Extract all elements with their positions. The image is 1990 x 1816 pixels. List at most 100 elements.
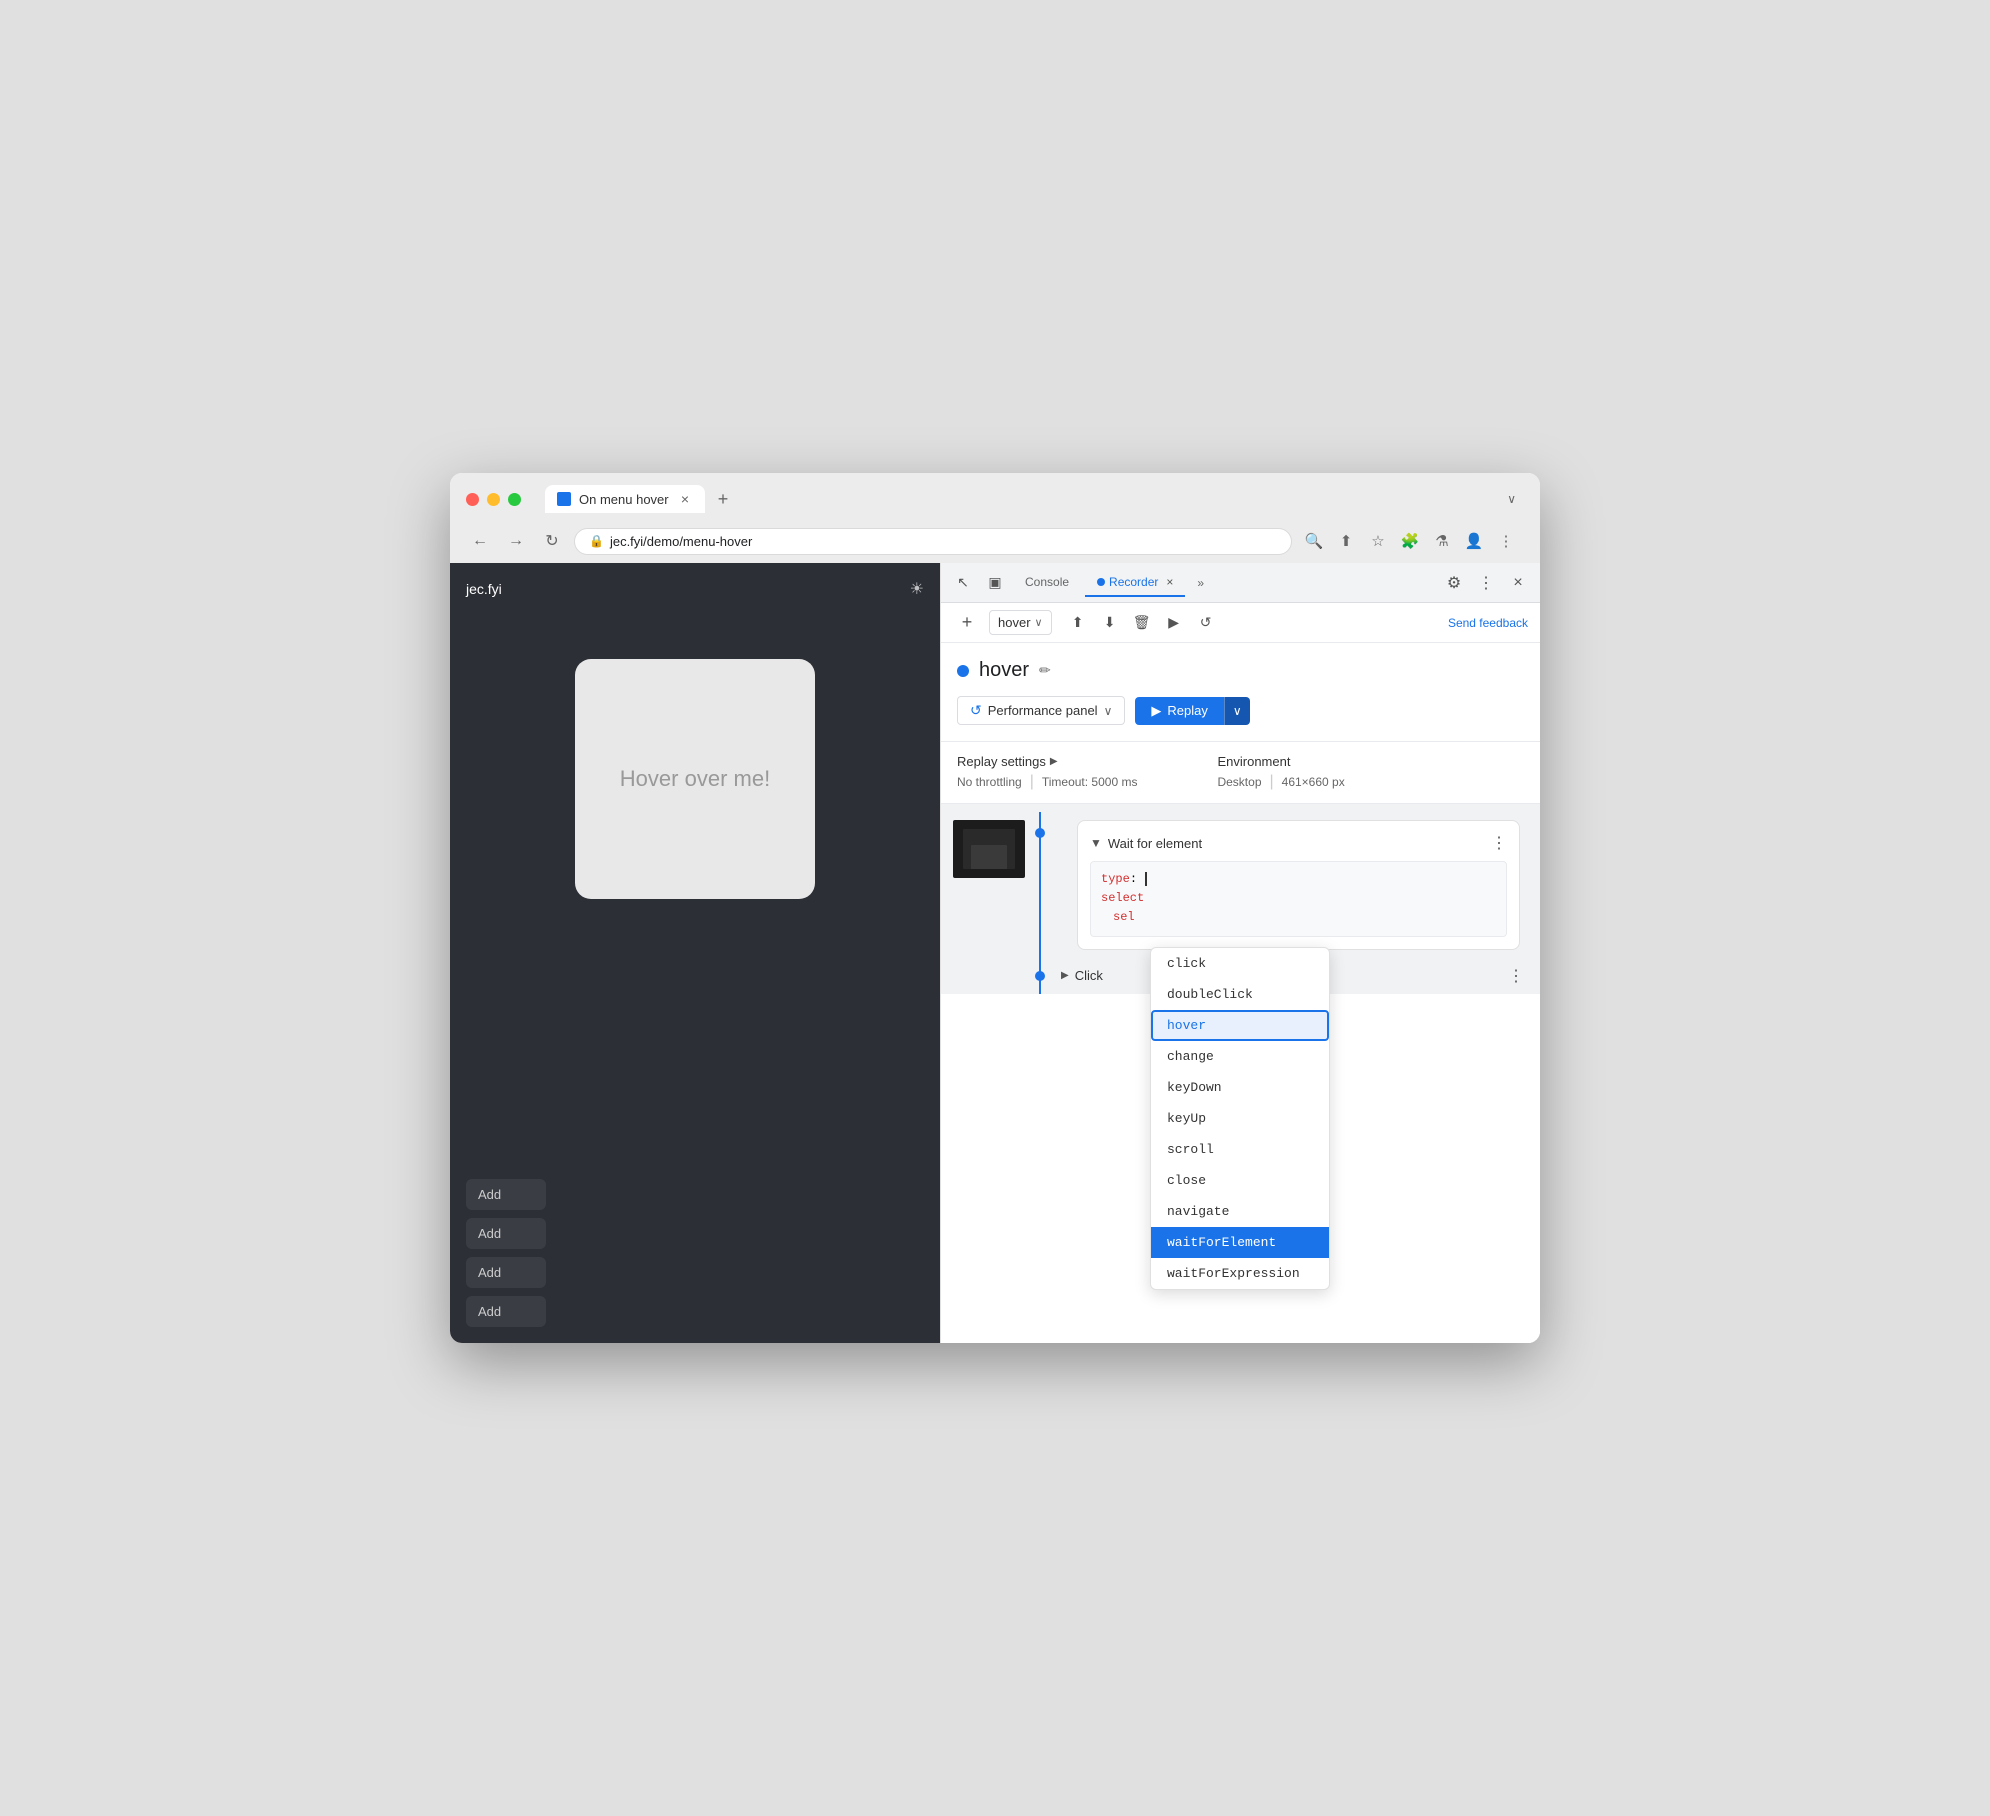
- recorder-add-button[interactable]: +: [953, 609, 981, 637]
- replay-arrow-button[interactable]: ∨: [1224, 697, 1250, 725]
- recorder-tab-close[interactable]: ×: [1166, 575, 1173, 589]
- performance-panel-button[interactable]: ↺ Performance panel ∨: [957, 696, 1125, 725]
- tab-bar: On menu hover × + ∨: [545, 485, 1524, 513]
- timeline-dot-top: [1035, 828, 1045, 838]
- dropdown-item-navigate[interactable]: navigate: [1151, 1196, 1329, 1227]
- hover-card[interactable]: Hover over me!: [575, 659, 815, 899]
- recording-name-chevron: ∨: [1035, 616, 1043, 629]
- perf-panel-label: Performance panel: [988, 703, 1098, 718]
- dropdown-item-click[interactable]: click: [1151, 948, 1329, 979]
- address-bar: ← → ↻ 🔒 jec.fyi/demo/menu-hover 🔍 ⬆ ☆ 🧩 …: [450, 521, 1540, 563]
- environment-group: Environment Desktop | 461×660 px: [1217, 754, 1344, 791]
- bookmark-icon-button[interactable]: ☆: [1364, 527, 1392, 555]
- recording-title-row: hover ✏: [957, 659, 1524, 682]
- traffic-light-red[interactable]: [466, 493, 479, 506]
- address-input[interactable]: 🔒 jec.fyi/demo/menu-hover: [574, 528, 1292, 555]
- add-button-1[interactable]: Add: [466, 1179, 546, 1210]
- step-more-button[interactable]: ⋮: [1491, 833, 1507, 853]
- add-button-4[interactable]: Add: [466, 1296, 546, 1327]
- play-recording-button[interactable]: ▶: [1160, 609, 1188, 637]
- page-settings-icon[interactable]: ☀: [910, 579, 924, 599]
- cursor-icon-button[interactable]: ↖: [949, 569, 977, 597]
- tab-console[interactable]: Console: [1013, 569, 1081, 597]
- code-line-type: type:: [1101, 870, 1496, 889]
- devtools-settings-button[interactable]: ⚙: [1440, 569, 1468, 597]
- more-tabs-button[interactable]: »: [1189, 572, 1212, 594]
- tab-close-button[interactable]: ×: [677, 491, 693, 507]
- dropdown-item-close[interactable]: close: [1151, 1165, 1329, 1196]
- more-icon-button[interactable]: ⋮: [1492, 527, 1520, 555]
- tab-recorder[interactable]: Recorder ×: [1085, 569, 1185, 597]
- devtools-close-button[interactable]: ×: [1504, 569, 1532, 597]
- delete-recording-button[interactable]: 🗑: [1128, 609, 1156, 637]
- recording-name-label: hover: [998, 615, 1031, 630]
- extensions-icon-button[interactable]: 🧩: [1396, 527, 1424, 555]
- step-title-text: Wait for element: [1108, 836, 1202, 851]
- device-icon-button[interactable]: ▣: [981, 569, 1009, 597]
- dropdown-item-change[interactable]: change: [1151, 1041, 1329, 1072]
- back-button[interactable]: ←: [466, 527, 494, 555]
- devtools-toolbar: ↖ ▣ Console Recorder × » ⚙ ⋮ ×: [941, 563, 1540, 603]
- settings-values: No throttling | Timeout: 5000 ms: [957, 773, 1137, 791]
- add-buttons: Add Add Add Add: [466, 1179, 924, 1327]
- traffic-lights: [466, 493, 521, 506]
- browser-tab[interactable]: On menu hover ×: [545, 485, 705, 513]
- dropdown-item-keyup[interactable]: keyUp: [1151, 1103, 1329, 1134]
- dropdown-item-keydown[interactable]: keyDown: [1151, 1072, 1329, 1103]
- replay-settings-label[interactable]: Replay settings ▶: [957, 754, 1137, 769]
- dropdown-item-waitforexpression[interactable]: waitForExpression: [1151, 1258, 1329, 1289]
- recording-controls: ↺ Performance panel ∨ ▶ Replay ∨: [957, 696, 1524, 725]
- browser-content: jec.fyi ☀ Hover over me! Add Add Add Add…: [450, 563, 1540, 1343]
- add-button-2[interactable]: Add: [466, 1218, 546, 1249]
- step-thumbnail: [953, 820, 1025, 878]
- environment-label: Environment: [1217, 754, 1344, 769]
- dropdown-item-hover[interactable]: hover: [1151, 1010, 1329, 1041]
- step-expand-button[interactable]: ▼ Wait for element: [1090, 836, 1202, 851]
- search-icon-button[interactable]: 🔍: [1300, 527, 1328, 555]
- recording-edit-icon[interactable]: ✏: [1039, 662, 1051, 679]
- upload-recording-button[interactable]: ⬆: [1064, 609, 1092, 637]
- recording-status-dot: [957, 665, 969, 677]
- send-feedback-button[interactable]: Send feedback: [1448, 616, 1528, 630]
- bottom-step-dot: [1035, 971, 1045, 981]
- reload-button[interactable]: ↻: [538, 527, 566, 555]
- profile-icon-button[interactable]: 👤: [1460, 527, 1488, 555]
- dropdown-item-scroll[interactable]: scroll: [1151, 1134, 1329, 1165]
- timeline-vertical-line: [1039, 812, 1041, 958]
- traffic-light-green[interactable]: [508, 493, 521, 506]
- recording-header: hover ✏ ↺ Performance panel ∨ ▶ Replay: [941, 643, 1540, 742]
- code-line-sel: sel: [1101, 908, 1496, 927]
- devtools-more-button[interactable]: ⋮: [1472, 569, 1500, 597]
- page-logo: jec.fyi: [466, 581, 502, 597]
- hover-card-text: Hover over me!: [620, 766, 770, 792]
- lab-icon-button[interactable]: ⚗: [1428, 527, 1456, 555]
- dropdown-item-waitforelement[interactable]: waitForElement: [1151, 1227, 1329, 1258]
- replay-arrow-icon: ∨: [1233, 704, 1242, 718]
- env-values: Desktop | 461×660 px: [1217, 773, 1344, 791]
- click-step-more-button[interactable]: ⋮: [1508, 966, 1524, 986]
- traffic-light-yellow[interactable]: [487, 493, 500, 506]
- replay-settings-text: Replay settings: [957, 754, 1046, 769]
- share-icon-button[interactable]: ⬆: [1332, 527, 1360, 555]
- click-step-expand-button[interactable]: ▶ Click: [1061, 968, 1103, 983]
- tab-minimize-button[interactable]: ∨: [1507, 492, 1516, 506]
- replay-settings-arrow: ▶: [1050, 756, 1058, 767]
- replay-main-button[interactable]: ▶ Replay: [1135, 697, 1223, 725]
- click-step-title: Click: [1075, 968, 1103, 983]
- add-button-3[interactable]: Add: [466, 1257, 546, 1288]
- recording-name-select[interactable]: hover ∨: [989, 610, 1052, 635]
- replay-settings-section: Replay settings ▶ No throttling | Timeou…: [941, 742, 1540, 804]
- download-recording-button[interactable]: ⬇: [1096, 609, 1124, 637]
- title-bar: On menu hover × + ∨: [450, 473, 1540, 521]
- new-tab-button[interactable]: +: [709, 485, 737, 513]
- forward-button[interactable]: →: [502, 527, 530, 555]
- perf-chevron-icon: ∨: [1104, 704, 1113, 718]
- step-code-block: type: select sel: [1090, 861, 1507, 937]
- dropdown-item-doubleclick[interactable]: doubleClick: [1151, 979, 1329, 1010]
- type-dropdown-menu: click doubleClick hover change keyDown k…: [1150, 947, 1330, 1290]
- thumbnail-ui: [971, 845, 1007, 869]
- recording-title: hover: [979, 659, 1029, 682]
- perf-icon: ↺: [970, 702, 982, 719]
- environment-value: Desktop: [1217, 775, 1261, 789]
- rewind-recording-button[interactable]: ↺: [1192, 609, 1220, 637]
